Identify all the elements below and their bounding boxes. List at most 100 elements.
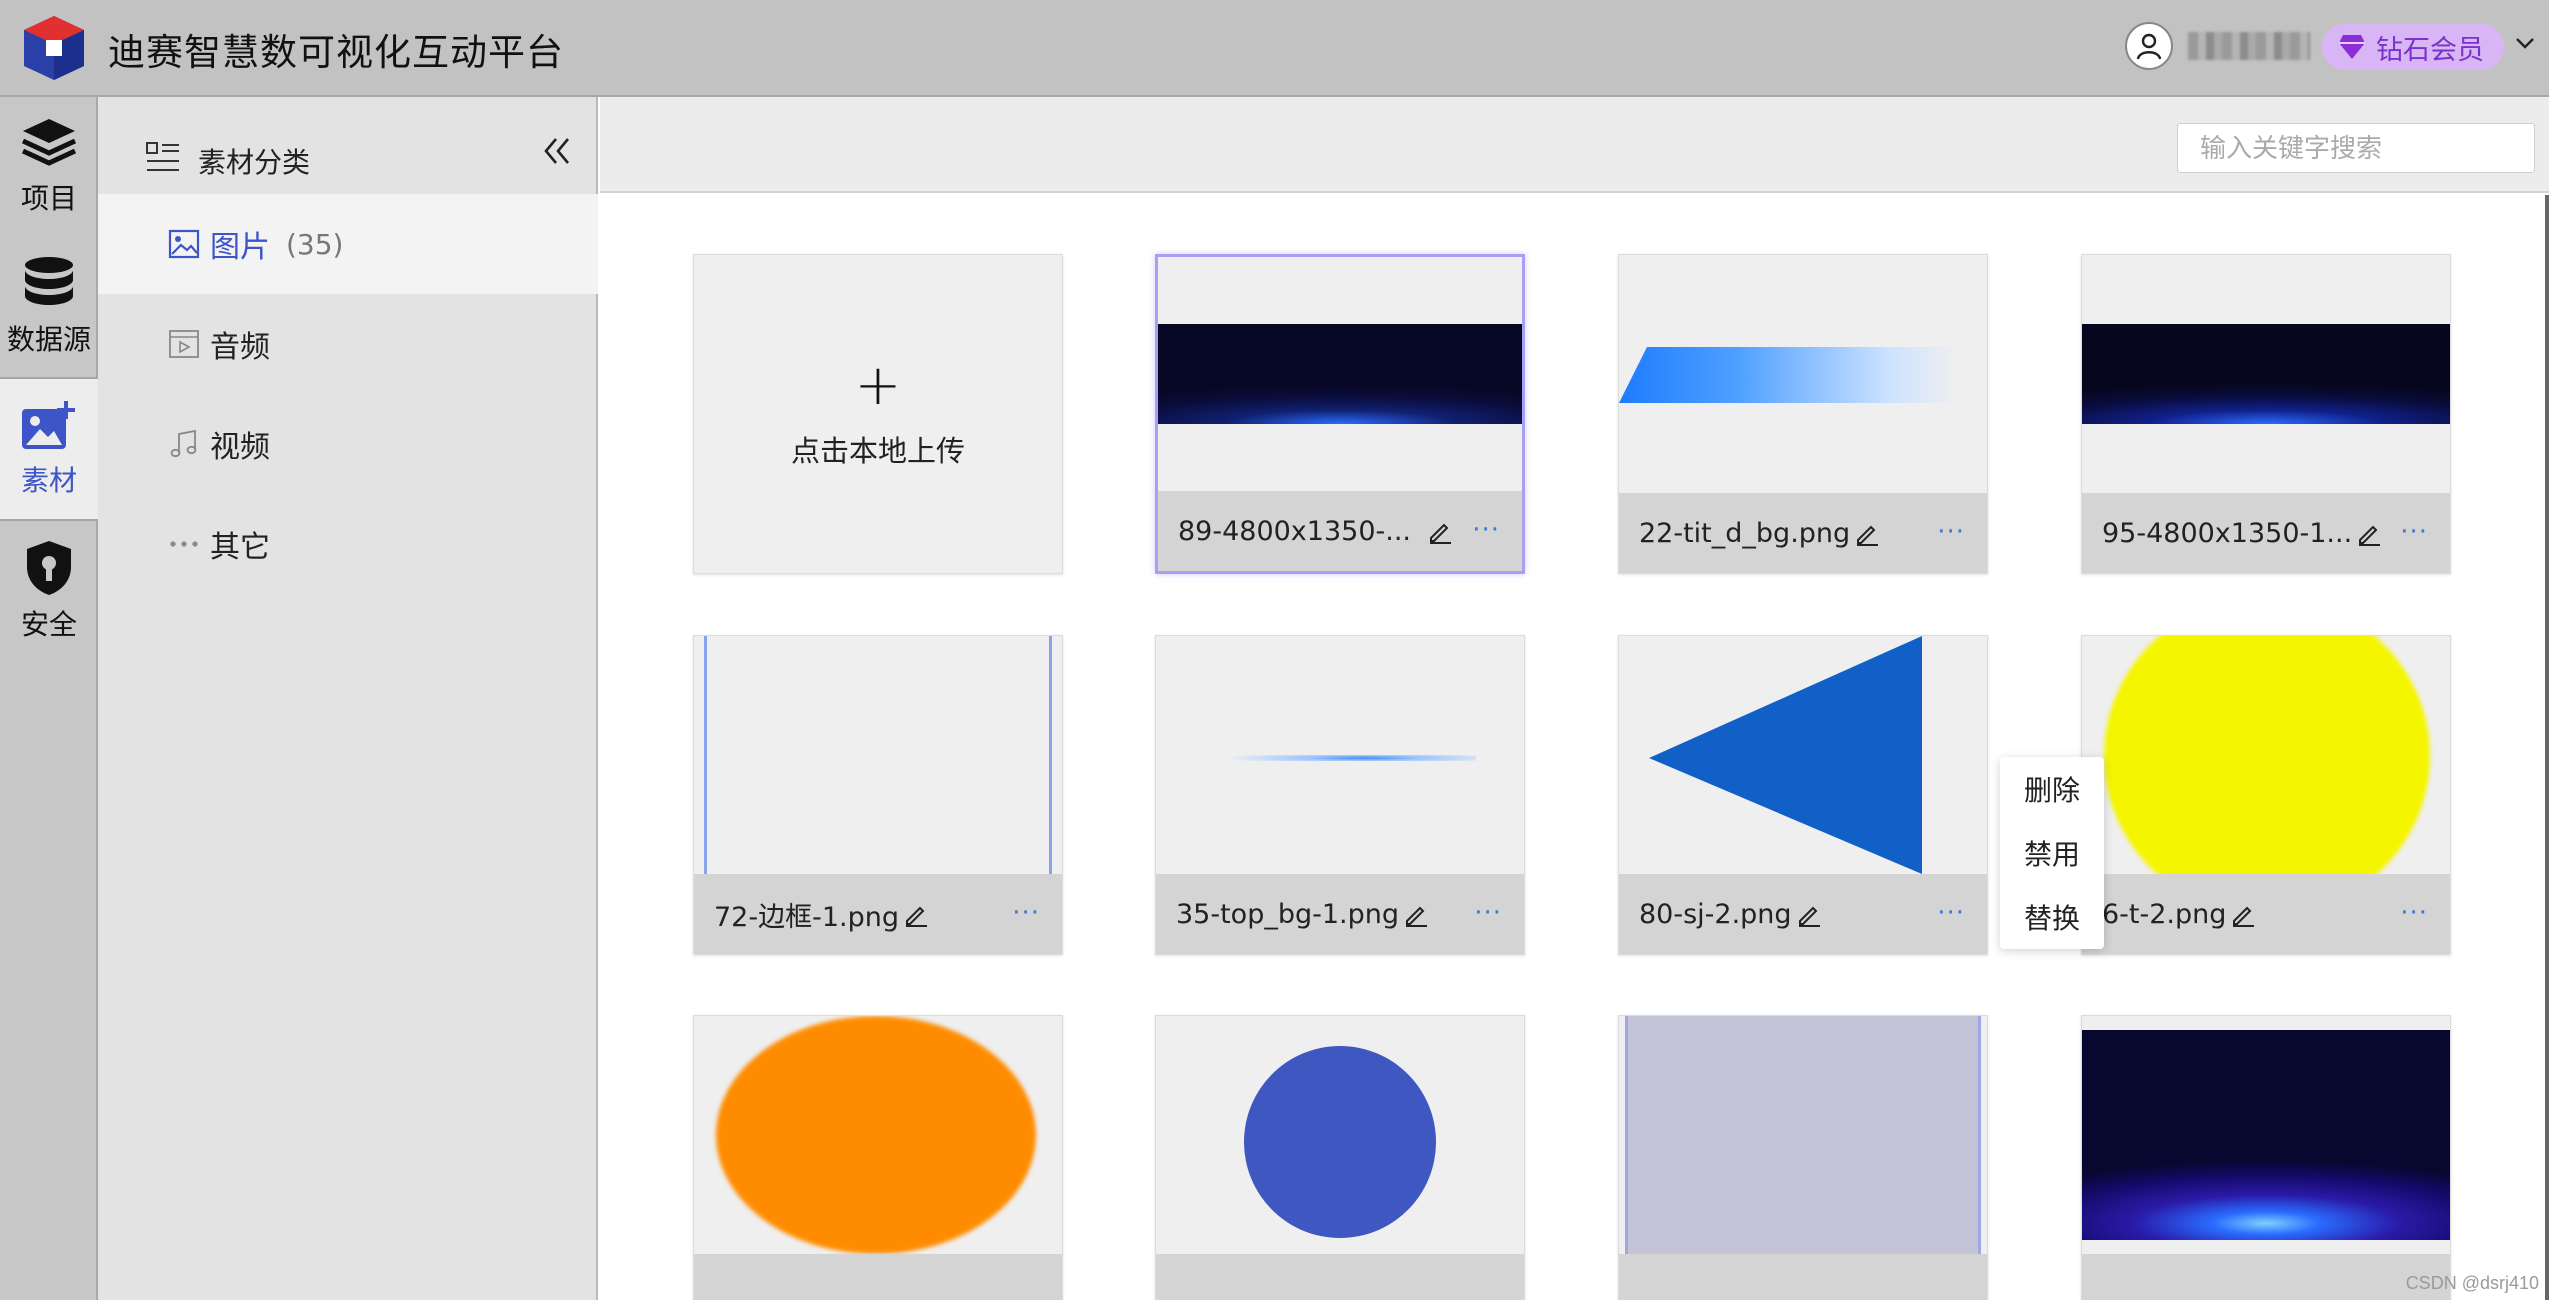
asset-caption [1619,1254,1987,1300]
edit-icon[interactable] [2356,520,2382,546]
category-other[interactable]: 其它 [98,494,598,594]
asset-thumbnail [2082,1016,2450,1254]
more-options-button[interactable]: ··· [2400,898,2428,928]
upload-label: 点击本地上传 [790,434,965,468]
category-panel: 素材分类 图片 (35) 音频 视频 其它 [98,97,598,1300]
asset-caption: 72-边框-1.png ··· [694,874,1062,954]
asset-name: 22-tit_d_bg.png [1639,517,1851,549]
menu-item-replace[interactable]: 替换 [2000,885,2104,949]
asset-name: 80-sj-2.png [1639,898,1792,930]
shield-lock-icon [27,541,71,595]
rail-item-project[interactable]: 项目 [0,97,98,237]
asset-caption [694,1254,1062,1300]
more-options-button[interactable]: ··· [1937,517,1965,547]
asset-name: 89-4800x1350-... [1178,515,1411,547]
category-label: 其它 [210,530,270,565]
asset-caption [2082,1254,2450,1300]
asset-caption: 89-4800x1350-... ··· [1158,491,1522,571]
category-header: 素材分类 [98,97,598,193]
rail-label: 项目 [20,182,77,215]
database-icon [25,257,73,305]
audio-icon [169,330,199,358]
asset-card[interactable]: 89-4800x1350-... ··· [1155,254,1525,574]
user-avatar[interactable] [2125,22,2173,70]
more-options-button[interactable]: ··· [2400,517,2428,547]
asset-thumbnail [1619,1016,1987,1254]
left-rail: 项目 数据源 素材 安全 [0,97,98,1300]
category-video[interactable]: 视频 [98,394,598,494]
asset-name: 6-t-2.png [2102,898,2227,930]
more-dots-icon [170,541,198,547]
scrollbar[interactable] [2545,195,2549,1300]
asset-thumbnail [1156,1016,1524,1254]
asset-thumbnail [1619,255,1987,493]
app-logo-icon [24,16,84,80]
category-count: (35) [286,227,344,261]
asset-caption [1156,1254,1524,1300]
asset-caption: 22-tit_d_bg.png ··· [1619,493,1987,573]
asset-card[interactable] [1155,1015,1525,1300]
search-input[interactable] [2177,123,2535,173]
edit-icon[interactable] [1427,518,1453,544]
vip-label: 钻石会员 [2376,34,2484,66]
collapse-left-icon[interactable] [542,135,572,167]
edit-icon[interactable] [1403,901,1429,927]
asset-card[interactable]: 72-边框-1.png ··· [693,635,1063,955]
edit-icon[interactable] [1854,520,1880,546]
rail-item-assets[interactable]: 素材 [0,379,98,519]
more-options-button[interactable]: ··· [1012,898,1040,928]
asset-name: 72-边框-1.png [714,901,899,933]
asset-card[interactable] [693,1015,1063,1300]
app-title: 迪赛智慧数可视化互动平台 [108,31,564,74]
edit-icon[interactable] [903,901,929,927]
image-add-icon [22,401,75,449]
asset-card[interactable]: 35-top_bg-1.png ··· [1155,635,1525,955]
user-name-blurred [2188,32,2310,60]
app-header: 迪赛智慧数可视化互动平台 钻石会员 [0,0,2549,97]
asset-thumbnail [694,1016,1062,1254]
asset-card[interactable] [2081,1015,2451,1300]
plus-icon: + [854,353,902,418]
upload-card[interactable]: + 点击本地上传 [693,254,1063,574]
content-toolbar [600,97,2549,193]
asset-card[interactable]: 95-4800x1350-1... ··· [2081,254,2451,574]
asset-card[interactable]: 80-sj-2.png ··· [1618,635,1988,955]
diamond-icon [2339,35,2365,59]
rail-item-security[interactable]: 安全 [0,521,98,661]
category-label: 图片 [210,230,270,265]
asset-thumbnail [1158,257,1522,495]
asset-name: 95-4800x1350-1... [2102,517,2353,549]
user-icon [2136,33,2162,60]
menu-item-disable[interactable]: 禁用 [2000,821,2104,885]
asset-card[interactable]: 22-tit_d_bg.png ··· [1618,254,1988,574]
asset-caption: 35-top_bg-1.png ··· [1156,874,1524,954]
more-options-button[interactable]: ··· [1472,515,1500,545]
more-options-button[interactable]: ··· [1937,898,1965,928]
chevron-down-icon[interactable] [2512,30,2538,56]
asset-caption: 80-sj-2.png ··· [1619,874,1987,954]
rail-label: 数据源 [6,323,91,356]
asset-context-menu: 删除 禁用 替换 [2000,757,2104,949]
category-images[interactable]: 图片 (35) [98,194,598,294]
asset-grid: + 点击本地上传 89-4800x1350-... ··· 22-tit_d_b… [600,195,2549,1300]
asset-thumbnail [1156,636,1524,874]
layers-icon [21,119,77,166]
asset-thumbnail [2082,636,2450,874]
rail-item-datasource[interactable]: 数据源 [0,237,98,377]
music-note-icon [170,429,197,458]
asset-card[interactable]: 6-t-2.png ··· [2081,635,2451,955]
category-audio[interactable]: 音频 [98,294,598,394]
menu-item-delete[interactable]: 删除 [2000,757,2104,821]
edit-icon[interactable] [1796,901,1822,927]
watermark: CSDN @dsrj410 [2405,1273,2539,1293]
asset-caption: 6-t-2.png ··· [2082,874,2450,954]
asset-caption: 95-4800x1350-1... ··· [2082,493,2450,573]
image-icon [168,229,200,259]
asset-thumbnail [1619,636,1987,874]
edit-icon[interactable] [2230,901,2256,927]
category-label: 音频 [210,330,270,365]
more-options-button[interactable]: ··· [1474,898,1502,928]
asset-card[interactable] [1618,1015,1988,1300]
asset-thumbnail [2082,255,2450,493]
vip-badge[interactable]: 钻石会员 [2322,24,2504,70]
